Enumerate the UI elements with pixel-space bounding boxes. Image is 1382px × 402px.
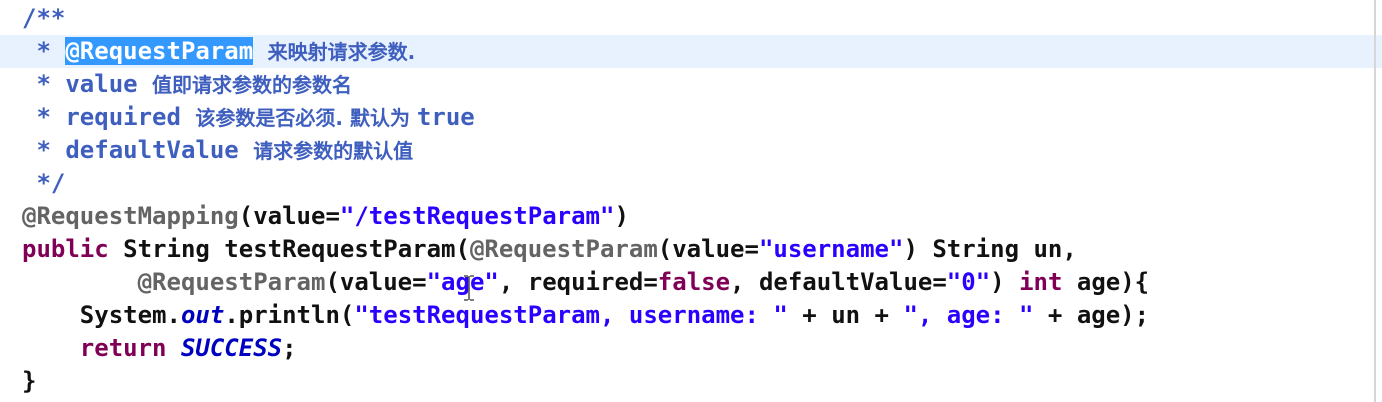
code-token: ) [614,202,629,230]
code-token: * [22,37,66,65]
code-line[interactable]: public String testRequestParam(@RequestP… [0,233,1382,266]
code-token: "testRequestParam, username: " [354,301,788,329]
code-token: "/testRequestParam" [339,202,615,230]
code-token: 来映射请求参数. [267,40,416,64]
code-token: SUCCESS [180,334,283,362]
code-token: return [79,334,167,362]
code-token: ; [282,334,297,362]
code-token: out [180,301,225,329]
code-token: false [657,268,731,296]
code-token: int [1019,268,1063,296]
code-token: "0" [946,268,991,296]
code-token: * defaultValue [22,136,254,164]
code-token: @RequestParam [65,37,254,65]
code-token: ) [990,268,1020,296]
code-line[interactable]: return SUCCESS; [0,332,1382,365]
code-line[interactable]: /** [0,2,1382,35]
text-cursor-icon [464,275,474,301]
code-token: "username" [758,235,904,263]
code-token: String testRequestParam( [108,235,470,263]
code-line[interactable]: @RequestMapping(value="/testRequestParam… [0,200,1382,233]
code-token: ", age: " [903,301,1034,329]
code-token: } [22,367,37,395]
code-token: * value [22,70,153,98]
code-line[interactable]: * required 该参数是否必须. 默认为 true [0,101,1382,134]
code-token: System. [22,301,181,329]
code-token: ) String un, [903,235,1077,263]
code-token: /** [22,4,66,32]
code-token: .println( [224,301,355,329]
editor-scrollbar-edge [1374,0,1376,402]
code-token: */ [22,169,66,197]
code-token: true [416,103,475,131]
code-token: * required [22,103,196,131]
code-line[interactable]: System.out.println("testRequestParam, us… [0,299,1382,332]
code-line[interactable]: @RequestParam(value="age", required=fals… [0,266,1382,299]
code-token: + un + [787,301,904,329]
code-token: age){ [1062,268,1150,296]
code-token: + age); [1033,301,1150,329]
code-line[interactable]: } [0,365,1382,398]
code-token: @RequestMapping [22,202,239,230]
code-token: , defaultValue= [730,268,947,296]
code-line[interactable]: * value 值即请求参数的参数名 [0,68,1382,101]
code-token: 该参数是否必须. 默认为 [195,106,417,130]
code-token: (value= [325,268,427,296]
code-editor[interactable]: /** * @RequestParam 来映射请求参数. * value 值即请… [0,0,1382,402]
code-token: (value= [657,235,759,263]
code-token: 值即请求参数的参数名 [152,73,353,97]
code-line[interactable]: * defaultValue 请求参数的默认值 [0,134,1382,167]
code-token: public [22,235,109,263]
code-token: @RequestParam [469,235,658,263]
code-line[interactable]: */ [0,167,1382,200]
code-token: @RequestParam [137,268,326,296]
code-line[interactable]: * @RequestParam 来映射请求参数. [0,35,1382,68]
code-token: 请求参数的默认值 [253,139,414,163]
code-token: , required= [498,268,658,296]
code-token: (value= [238,202,340,230]
